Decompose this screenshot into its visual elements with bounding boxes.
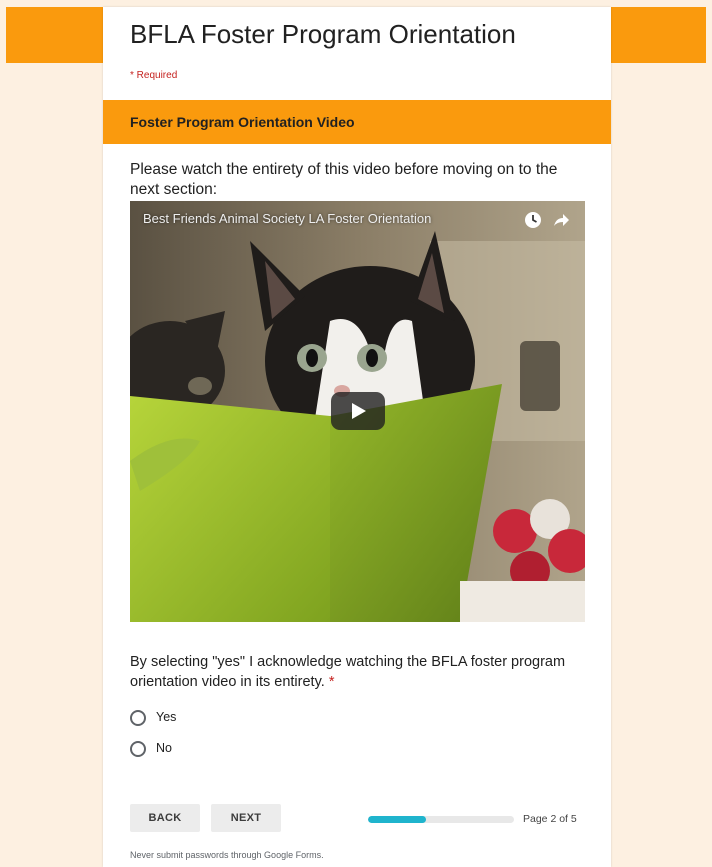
option-no-label: No	[156, 741, 172, 755]
share-icon[interactable]	[552, 211, 570, 229]
page-indicator: Page 2 of 5	[523, 813, 577, 825]
section-instructions: Please watch the entirety of this video …	[130, 161, 558, 198]
progress-bar	[368, 816, 514, 823]
form-title: BFLA Foster Program Orientation	[130, 19, 516, 49]
option-yes-label: Yes	[156, 710, 177, 724]
back-button[interactable]: BACK	[130, 804, 200, 832]
question-label: By selecting "yes" I acknowledge watchin…	[130, 654, 566, 690]
section-header: Foster Program Orientation Video	[103, 100, 611, 144]
play-button[interactable]	[331, 392, 385, 430]
next-button[interactable]: NEXT	[211, 804, 281, 832]
video-player[interactable]: Best Friends Animal Society LA Foster Or…	[130, 201, 585, 622]
radio-no[interactable]	[130, 741, 146, 757]
watch-later-icon[interactable]	[524, 211, 542, 229]
required-note: * Required	[130, 70, 178, 81]
video-title: Best Friends Animal Society LA Foster Or…	[143, 211, 432, 226]
section-title: Foster Program Orientation Video	[130, 114, 355, 130]
question-text: By selecting "yes" I acknowledge watchin…	[130, 652, 590, 692]
play-icon	[352, 403, 366, 419]
progress-fill	[368, 816, 427, 823]
footer-note: Never submit passwords through Google Fo…	[130, 850, 324, 860]
required-asterisk: *	[328, 674, 335, 690]
radio-yes[interactable]	[130, 710, 146, 726]
form-card: BFLA Foster Program Orientation * Requir…	[103, 7, 611, 867]
